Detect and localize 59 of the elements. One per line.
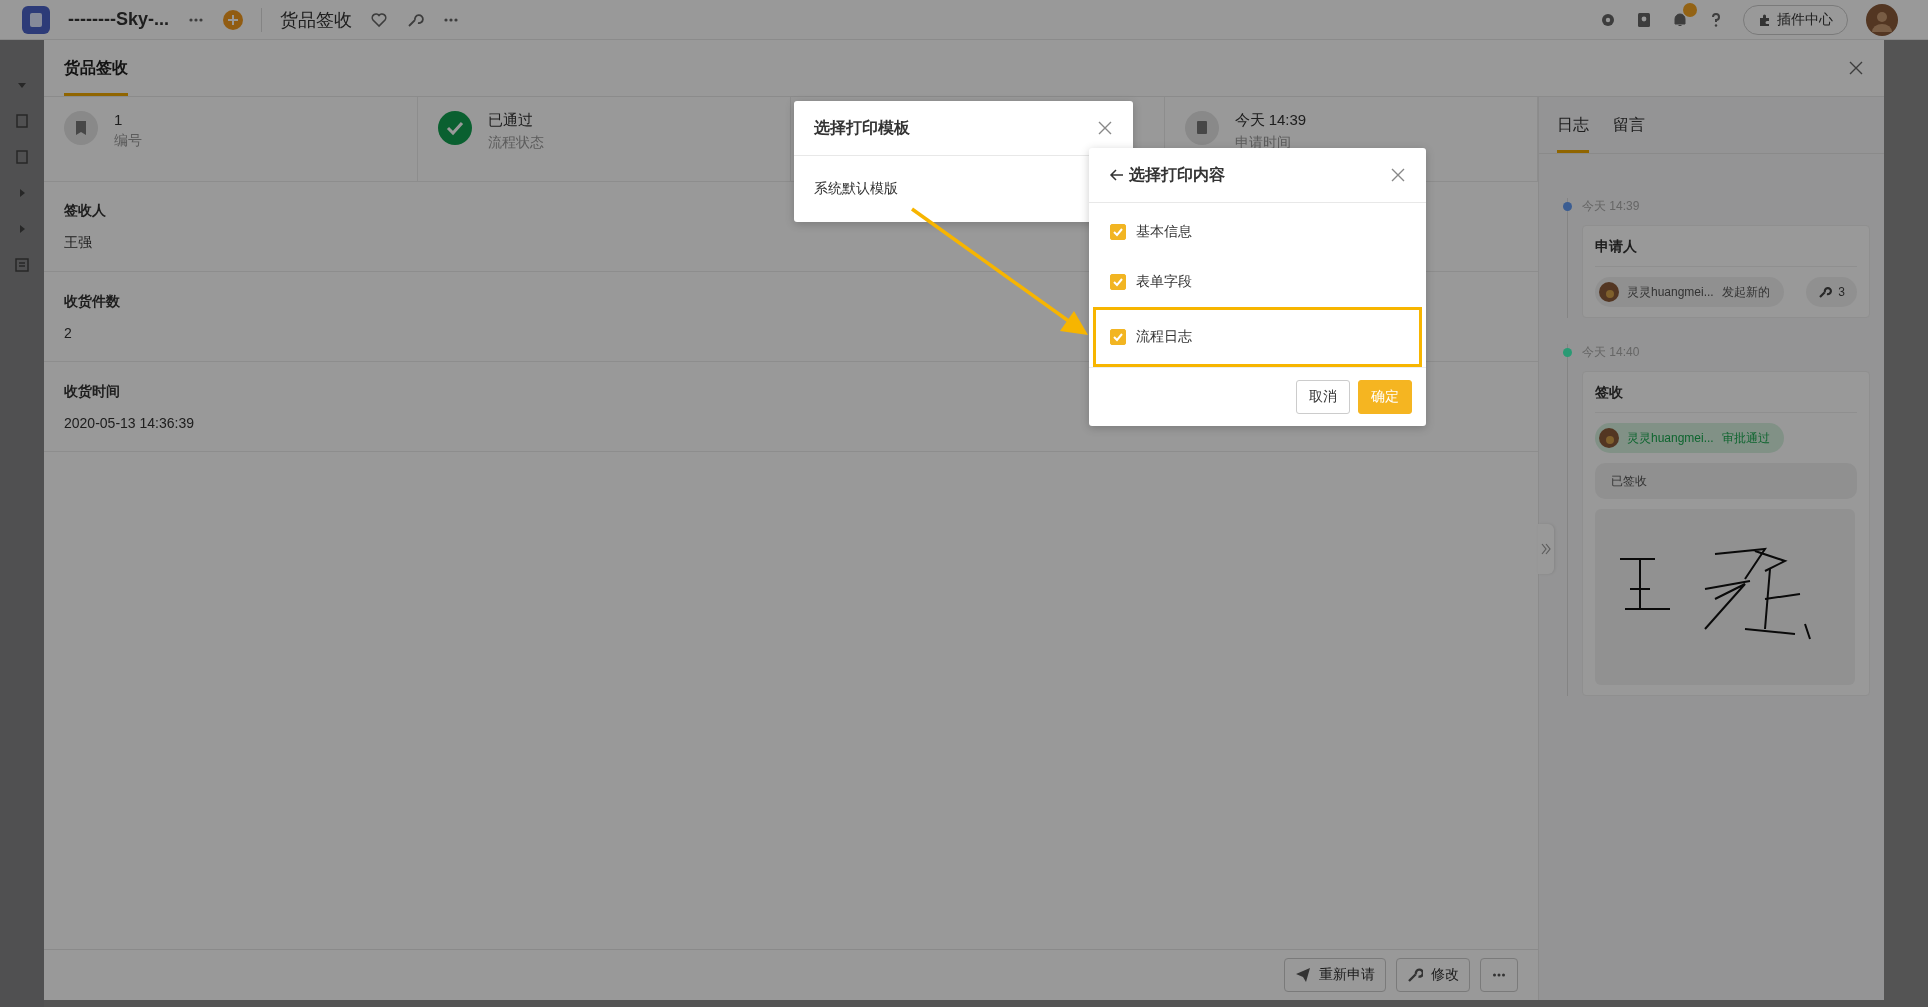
bell-icon[interactable] <box>1671 10 1689 29</box>
check-circle-icon <box>437 111 472 145</box>
actor-name: 灵灵huangmei... <box>1627 283 1714 301</box>
notification-badge <box>1683 2 1697 17</box>
heart-icon[interactable] <box>370 10 388 29</box>
option-label: 表单字段 <box>1136 273 1192 291</box>
resubmit-button[interactable]: 重新申请 <box>1284 958 1386 992</box>
summary-label: 编号 <box>114 132 142 150</box>
user-avatar[interactable] <box>1866 3 1898 36</box>
edit-button[interactable]: 修改 <box>1396 958 1470 992</box>
option-label: 基本信息 <box>1136 223 1192 241</box>
actor-name: 灵灵huangmei... <box>1627 429 1714 447</box>
close-icon[interactable] <box>1390 167 1406 183</box>
puzzle-icon <box>1758 12 1772 27</box>
close-icon[interactable] <box>1097 120 1113 136</box>
back-icon[interactable] <box>1109 167 1125 183</box>
dialog-title: 选择打印内容 <box>1129 164 1225 185</box>
wrench-icon <box>1407 967 1423 983</box>
avatar <box>1599 282 1619 302</box>
tool-count-chip[interactable]: 3 <box>1806 277 1857 307</box>
panel-tab[interactable]: 日志 <box>1557 97 1589 153</box>
chevrons-icon <box>1541 542 1551 556</box>
summary-value: 今天 14:39 <box>1234 111 1307 130</box>
add-icon[interactable] <box>223 9 243 30</box>
checkbox[interactable] <box>1110 329 1126 345</box>
send-icon <box>1295 967 1311 983</box>
summary-value: 1 <box>114 111 124 128</box>
checkbox[interactable] <box>1110 274 1126 290</box>
field-value: 2020-05-13 14:36:39 <box>64 414 194 431</box>
summary-value: 已通过 <box>487 111 534 130</box>
app-name[interactable]: --------Sky-... <box>68 9 169 30</box>
drawer-tab[interactable]: 货品签收 <box>64 40 128 96</box>
field-label: 签收人 <box>64 201 106 220</box>
cancel-button[interactable]: 取消 <box>1296 380 1350 414</box>
summary-label: 流程状态 <box>487 134 544 152</box>
field-label: 收货时间 <box>64 382 120 401</box>
field-value: 2 <box>64 324 72 341</box>
bookmark-icon <box>64 111 98 145</box>
dialog-title: 选择打印模板 <box>814 117 910 138</box>
wrench-icon <box>1818 285 1833 299</box>
actor-action: 审批通过 <box>1721 429 1770 447</box>
note-icon <box>1184 111 1219 145</box>
card-title: 申请人 <box>1595 238 1638 256</box>
close-icon[interactable] <box>1848 60 1864 76</box>
option-label: 流程日志 <box>1136 328 1192 346</box>
contacts-icon[interactable] <box>1635 10 1653 29</box>
checkbox[interactable] <box>1110 224 1126 240</box>
page-title: 货品签收 <box>280 8 352 32</box>
actor-action: 发起新的 <box>1721 283 1770 301</box>
collapse-handle[interactable] <box>1538 524 1554 574</box>
app-icon[interactable] <box>22 5 50 34</box>
field-value: 王强 <box>64 233 92 252</box>
field-label: 收货件数 <box>64 292 120 311</box>
panel-tab[interactable]: 留言 <box>1613 97 1645 153</box>
actor-chip[interactable]: 灵灵huangmei... 发起新的 <box>1595 277 1784 307</box>
avatar <box>1599 428 1619 448</box>
plugin-center-button[interactable]: 插件中心 <box>1743 4 1848 35</box>
card-title: 签收 <box>1595 384 1624 402</box>
note-text: 已签收 <box>1595 463 1857 499</box>
